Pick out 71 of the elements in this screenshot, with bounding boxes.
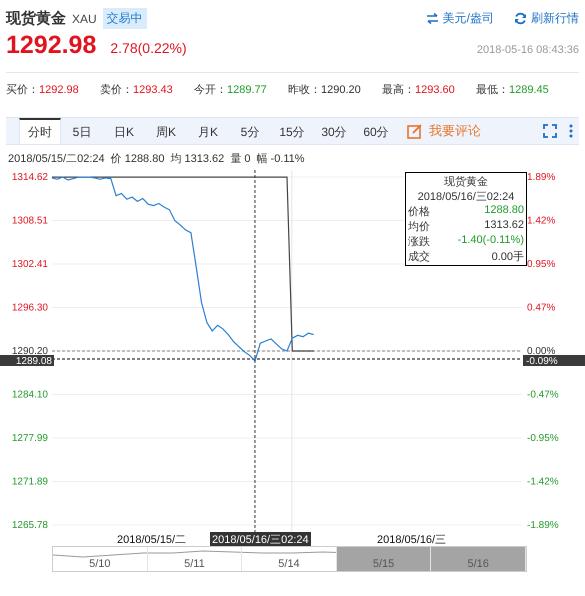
period-tab[interactable]: 5日 [61, 118, 103, 144]
tooltip-label: 价格 [408, 205, 430, 219]
tooltip-value: 0.00手 [492, 250, 524, 264]
quote-stat: 最高：1293.60 [382, 82, 456, 97]
percent-axis-label: 0.95% [527, 259, 556, 270]
swap-icon [426, 13, 439, 24]
y-axis-label: 1271.89 [12, 476, 48, 488]
crosshair-value: 均 1313.62 [170, 152, 224, 166]
more-icon [569, 124, 573, 138]
tooltip-value: 1288.80 [484, 204, 524, 218]
percent-axis-label: -1.89% [527, 520, 559, 531]
period-tab[interactable]: 月K [187, 118, 229, 144]
tooltip-value: -1.40(-0.11%) [458, 234, 524, 248]
period-tab[interactable]: 分时 [19, 118, 61, 144]
edit-icon [407, 124, 423, 138]
time-navigator[interactable]: 5/10 5/11 5/14 5/15 5/16 [52, 546, 527, 572]
period-tab[interactable]: 30分 [313, 118, 355, 144]
tooltip-title: 现货黄金 [443, 175, 489, 189]
instrument-code: XAU [72, 12, 97, 26]
y-axis-label: 1314.62 [12, 172, 48, 183]
percent-axis-label: 1.42% [527, 216, 556, 227]
unit-link[interactable]: 美元/盎司 [426, 10, 494, 27]
period-tab[interactable]: 日K [103, 118, 145, 144]
percent-axis-label: -0.47% [527, 389, 559, 400]
price-change: 2.78(0.22%) [110, 40, 187, 56]
quote-stat: 昨收：1290.20 [288, 83, 362, 97]
period-tab[interactable]: 5分 [229, 118, 271, 144]
date-label: 2018/05/16/三02:24 [210, 532, 311, 547]
period-tab[interactable]: 60分 [355, 118, 397, 144]
current-price: 1292.98 [6, 31, 96, 60]
percent-axis-label: 1.89% [527, 172, 556, 183]
quote-stat: 今开：1289.77 [194, 83, 268, 97]
quote-stat: 卖价：1293.43 [100, 83, 174, 97]
percent-axis-label: 0.00% [527, 346, 556, 357]
period-tab[interactable]: 周K [145, 118, 187, 144]
refresh-icon [514, 12, 527, 25]
y-axis-label: 1302.41 [12, 259, 48, 270]
percent-axis-label: 0.47% [527, 302, 556, 314]
tooltip-value: 1313.62 [484, 219, 524, 233]
navigator-day: 5/16 [431, 547, 526, 571]
y-axis-label: 1296.30 [12, 302, 48, 314]
navigator-day: 5/11 [148, 547, 242, 571]
y-axis-label: 1290.20 [12, 346, 48, 357]
crosshair-value: 量 0 [230, 152, 250, 166]
navigator-day: 5/10 [53, 547, 148, 571]
quote-time: 2018-05-16 08:43:36 [476, 44, 579, 56]
date-label: 2018/05/16/三 [376, 533, 448, 547]
fullscreen-icon [543, 124, 557, 138]
crosshair-value: 价 1288.80 [110, 152, 164, 166]
tooltip-label: 涨跌 [408, 235, 430, 249]
y-axis-label: 1277.99 [12, 433, 48, 444]
crosshair-date: 2018/05/15/二02:24 [8, 152, 105, 166]
quote-stat: 最低：1289.45 [476, 83, 550, 97]
y-axis-label: 1308.51 [12, 216, 48, 227]
tooltip-date: 2018/05/16/三02:24 [416, 190, 516, 204]
crosshair-price-label: 1289.08 [0, 354, 54, 367]
tooltip-label: 均价 [408, 220, 430, 234]
tooltip-label: 成交 [408, 250, 430, 264]
period-tab[interactable]: 15分 [271, 118, 313, 144]
y-axis-label: 1284.10 [12, 389, 48, 400]
crosshair-percent-label: -0.09% [523, 354, 585, 367]
date-label: 2018/05/15/二 [116, 533, 188, 547]
crosshair-value: 幅 -0.11% [256, 152, 305, 166]
quote-stat: 买价：1292.98 [6, 83, 80, 97]
refresh-link[interactable]: 刷新行情 [514, 10, 579, 27]
percent-axis-label: -0.95% [527, 433, 559, 444]
percent-axis-label: -1.42% [527, 476, 559, 488]
trading-status: 交易中 [102, 8, 147, 29]
y-axis-label: 1265.78 [12, 520, 48, 531]
instrument-name: 现货黄金 [6, 9, 66, 28]
navigator-day: 5/15 [336, 547, 432, 571]
